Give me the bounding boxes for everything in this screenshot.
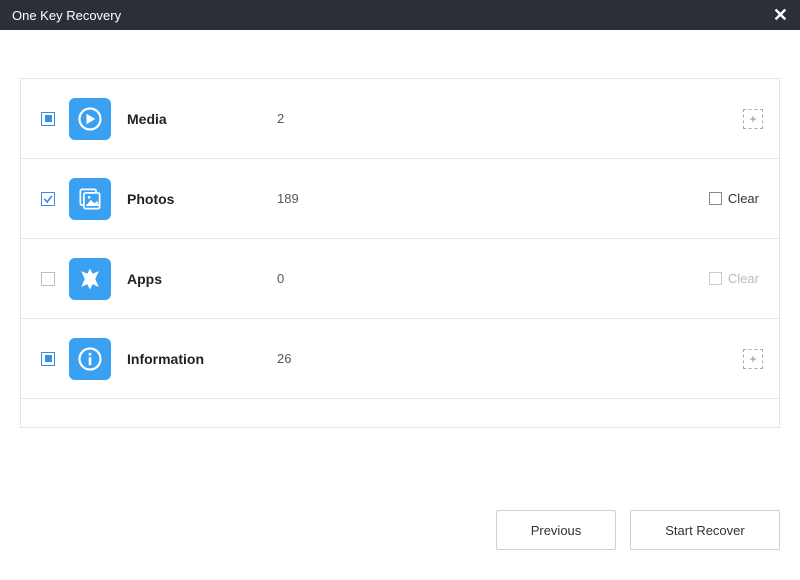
category-row-information: Information 26 + xyxy=(21,319,779,399)
clear-checkbox-apps xyxy=(709,272,722,285)
photos-icon xyxy=(69,178,111,220)
category-count: 26 xyxy=(277,351,337,366)
content-area: Media 2 + Photos 189 Clear xyxy=(0,30,800,428)
title-bar: One Key Recovery ✕ xyxy=(0,0,800,30)
media-icon xyxy=(69,98,111,140)
expand-button-media[interactable]: + xyxy=(743,109,763,129)
category-row-photos: Photos 189 Clear xyxy=(21,159,779,239)
category-label: Media xyxy=(127,111,277,127)
previous-button[interactable]: Previous xyxy=(496,510,616,550)
button-bar: Previous Start Recover xyxy=(496,510,780,550)
category-label: Apps xyxy=(127,271,277,287)
category-label: Photos xyxy=(127,191,277,207)
category-row-media: Media 2 + xyxy=(21,79,779,159)
clear-checkbox-photos[interactable] xyxy=(709,192,722,205)
close-icon[interactable]: ✕ xyxy=(773,6,788,24)
checkbox-information[interactable] xyxy=(41,352,55,366)
checkbox-apps[interactable] xyxy=(41,272,55,286)
start-recover-button[interactable]: Start Recover xyxy=(630,510,780,550)
category-row-apps: Apps 0 Clear xyxy=(21,239,779,319)
information-icon xyxy=(69,338,111,380)
category-label: Information xyxy=(127,351,277,367)
expand-button-information[interactable]: + xyxy=(743,349,763,369)
checkbox-photos[interactable] xyxy=(41,192,55,206)
category-panel: Media 2 + Photos 189 Clear xyxy=(20,78,780,428)
window-title: One Key Recovery xyxy=(12,8,121,23)
checkbox-media[interactable] xyxy=(41,112,55,126)
panel-footer xyxy=(21,399,779,427)
category-count: 0 xyxy=(277,271,337,286)
category-count: 2 xyxy=(277,111,337,126)
clear-label: Clear xyxy=(728,271,759,286)
clear-control-photos: Clear xyxy=(709,191,759,206)
clear-control-apps: Clear xyxy=(709,271,759,286)
category-count: 189 xyxy=(277,191,337,206)
clear-label: Clear xyxy=(728,191,759,206)
apps-icon xyxy=(69,258,111,300)
